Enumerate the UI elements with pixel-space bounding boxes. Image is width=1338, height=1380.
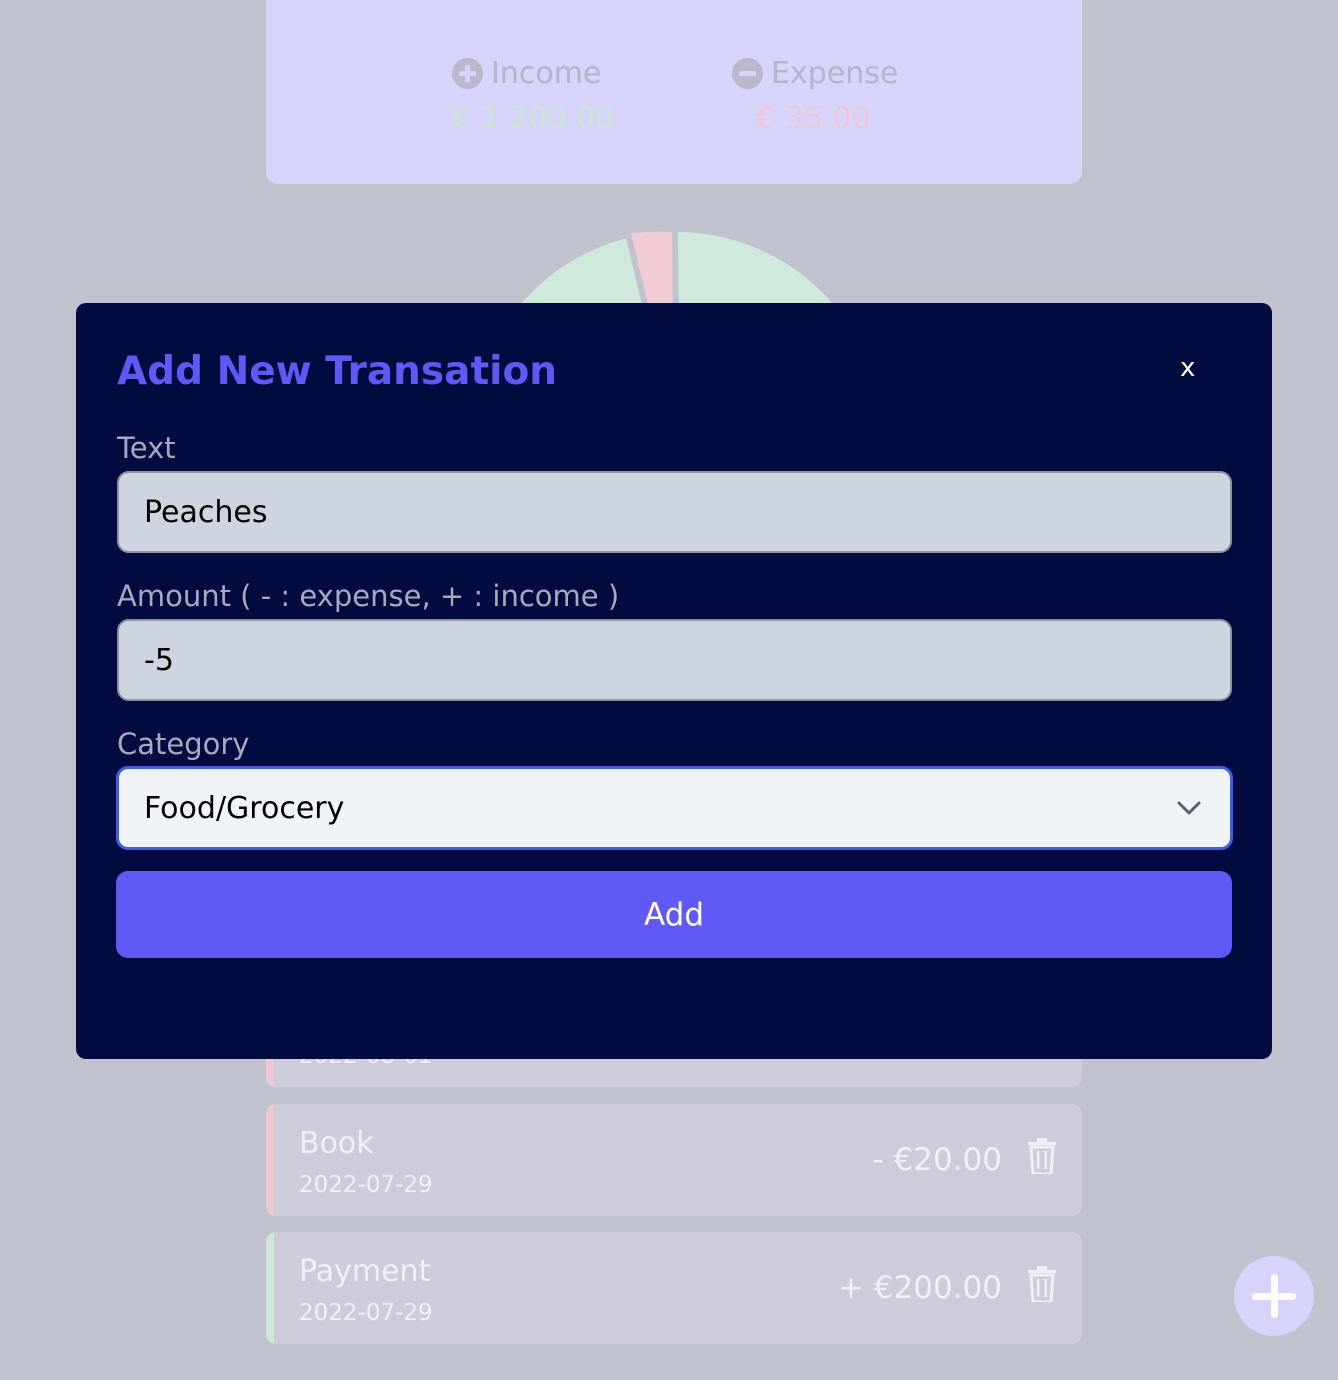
transaction-date: 2022-07-29 xyxy=(299,1300,433,1326)
minus-circle-icon xyxy=(732,58,763,89)
expense-label: Expense xyxy=(771,56,899,91)
income-value: € 1,200.00 xyxy=(452,101,615,136)
add-transaction-modal: Add New Transation x Text Peaches Amount… xyxy=(76,303,1272,1059)
expense-value: € 35.00 xyxy=(756,101,871,136)
category-selected-value: Food/Grocery xyxy=(144,790,345,826)
transaction-item: Book 2022-07-29 - €20.00 xyxy=(266,1104,1082,1216)
plus-circle-icon xyxy=(452,58,483,89)
transaction-item: Payment 2022-07-29 + €200.00 xyxy=(266,1232,1082,1344)
transaction-date: 2022-07-29 xyxy=(299,1172,433,1198)
chevron-down-icon xyxy=(1177,801,1201,815)
text-input[interactable]: Peaches xyxy=(117,471,1232,553)
transaction-amount: - €20.00 xyxy=(872,1142,1002,1178)
category-label: Category xyxy=(117,727,250,761)
modal-title: Add New Transation xyxy=(117,349,558,394)
trash-icon[interactable] xyxy=(1028,1266,1056,1302)
transaction-name: Payment xyxy=(299,1254,431,1289)
trash-icon[interactable] xyxy=(1028,1138,1056,1174)
amount-input[interactable]: -5 xyxy=(117,619,1232,701)
text-label: Text xyxy=(117,431,176,465)
income-summary: Income € 1,200.00 xyxy=(452,56,614,136)
balance-summary-card: Income € 1,200.00 Expense € 35.00 xyxy=(266,0,1082,184)
add-transaction-fab[interactable] xyxy=(1234,1256,1314,1336)
amount-label: Amount ( - : expense, + : income ) xyxy=(117,579,620,613)
category-select[interactable]: Food/Grocery xyxy=(116,766,1233,850)
income-label: Income xyxy=(491,56,602,91)
transaction-amount: + €200.00 xyxy=(837,1270,1002,1306)
expense-summary: Expense € 35.00 xyxy=(732,56,898,136)
add-button[interactable]: Add xyxy=(116,871,1232,958)
transaction-name: Book xyxy=(299,1126,374,1161)
close-button[interactable]: x xyxy=(1180,353,1195,383)
